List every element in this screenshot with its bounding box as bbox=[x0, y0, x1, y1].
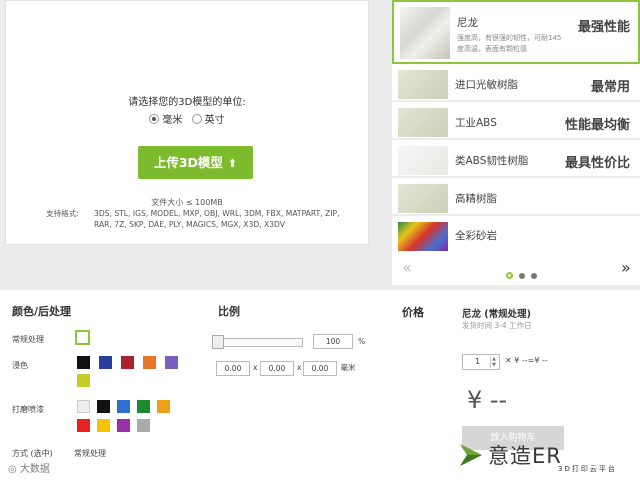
quantity-stepper[interactable]: 1 ▲ ▼ bbox=[462, 354, 500, 370]
upload-button-label: 上传3D模型 bbox=[153, 155, 223, 170]
carousel-prev-button[interactable]: « bbox=[402, 258, 412, 277]
dye-color-swatch[interactable] bbox=[77, 374, 90, 387]
watermark-sub: 3D打印云平台 bbox=[558, 465, 617, 473]
paint-color-swatch[interactable] bbox=[77, 419, 90, 432]
material-name: 进口光敏树脂 bbox=[455, 79, 518, 91]
formats-line-2: RAR, 7Z, SKP, DAE, PLY, MAGICS, MGX, X3D… bbox=[94, 220, 285, 229]
paint-color-swatch[interactable] bbox=[97, 419, 110, 432]
unit-option-inch[interactable]: 英寸 bbox=[191, 114, 225, 126]
weibo-icon: ◎ bbox=[8, 464, 20, 475]
unit-option-mm[interactable]: 毫米 bbox=[149, 114, 183, 126]
method-label: 方式 (选中) bbox=[12, 449, 53, 458]
radio-mm[interactable] bbox=[149, 114, 160, 124]
material-tag: 性能最均衡 bbox=[564, 118, 630, 133]
quantity-value: 1 bbox=[475, 357, 481, 366]
formats-label: 支持格式: bbox=[46, 209, 79, 218]
paint-color-swatch[interactable] bbox=[137, 419, 150, 432]
upload-arrow-icon: ⬆ bbox=[227, 157, 238, 170]
upload-3d-model-button[interactable]: 上传3D模型 ⬆ bbox=[138, 146, 253, 179]
material-tag: 最强性能 bbox=[577, 20, 630, 35]
carousel-dots bbox=[506, 264, 538, 283]
formats-line-1: 3DS, STL, IGS, MODEL, MXP, OBJ, WRL, 3DM… bbox=[94, 209, 340, 218]
material-item-abs[interactable]: 工业ABS 性能最均衡 bbox=[392, 104, 640, 140]
material-thumbnail bbox=[398, 108, 448, 137]
material-item-abs-like-resin[interactable]: 类ABS韧性树脂 最具性价比 bbox=[392, 142, 640, 178]
material-desc-line-2: 度高温，表面有颗粒感 bbox=[457, 45, 527, 53]
dim-sep: x bbox=[253, 363, 258, 372]
material-thumbnail bbox=[398, 184, 448, 213]
upload-panel: 请选择您的3D模型的单位: 毫米 英寸 上传3D模型 ⬆ 文件大小 ≤ 100MB… bbox=[5, 0, 369, 245]
unit-mm-label: 毫米 bbox=[162, 115, 183, 126]
material-thumbnail bbox=[398, 70, 448, 99]
material-thumbnail bbox=[398, 222, 448, 251]
scale-slider-handle[interactable] bbox=[212, 335, 224, 349]
material-tag: 最常用 bbox=[590, 80, 630, 95]
total-price: ¥ -- bbox=[467, 386, 508, 414]
scale-percent-unit: % bbox=[358, 337, 366, 346]
scale-title: 比例 bbox=[218, 305, 240, 318]
paint-color-swatch[interactable] bbox=[117, 400, 130, 413]
watermark-brand: 意造ER bbox=[488, 444, 562, 468]
material-description: 强度高，有很强的韧性，可耐145 度高温，表面有颗粒感 bbox=[457, 33, 561, 55]
material-item-full-color-sandstone[interactable]: 全彩砂岩 bbox=[392, 218, 640, 251]
material-name: 全彩砂岩 bbox=[455, 230, 497, 242]
dye-color-swatch[interactable] bbox=[77, 356, 90, 369]
file-size-limit: 文件大小 ≤ 100MB bbox=[151, 198, 223, 207]
material-item-photopolymer[interactable]: 进口光敏树脂 最常用 bbox=[392, 66, 640, 102]
material-name: 高精树脂 bbox=[455, 193, 497, 205]
regular-treatment-label: 常规处理 bbox=[12, 335, 44, 344]
dye-color-swatch[interactable] bbox=[143, 356, 156, 369]
dim-sep: x bbox=[297, 363, 302, 372]
paint-label: 打磨喷漆 bbox=[12, 405, 44, 414]
material-desc-line-1: 强度高，有很强的韧性，可耐145 bbox=[457, 34, 562, 42]
selected-material-name: 尼龙 (常规处理) bbox=[462, 309, 531, 320]
paint-color-swatch[interactable] bbox=[77, 400, 90, 413]
scale-percent-input[interactable]: 100 bbox=[313, 334, 353, 349]
color-section-title: 颜色/后处理 bbox=[12, 305, 72, 318]
carousel-dot-2[interactable] bbox=[519, 273, 526, 279]
paint-color-swatch[interactable] bbox=[97, 400, 110, 413]
material-name: 工业ABS bbox=[455, 117, 497, 129]
dye-color-swatch[interactable] bbox=[99, 356, 112, 369]
dye-label: 浸色 bbox=[12, 361, 28, 370]
material-tag: 最具性价比 bbox=[564, 156, 630, 171]
paint-color-swatch[interactable] bbox=[157, 400, 170, 413]
quantity-arrows-icon[interactable]: ▲ ▼ bbox=[490, 356, 497, 368]
price-formula: ✕ ¥ --=¥ -- bbox=[505, 356, 548, 365]
carousel-next-button[interactable]: » bbox=[621, 258, 631, 277]
unit-options: 毫米 英寸 bbox=[6, 111, 368, 126]
watermark-right: 意造ER 3D打印云平台 bbox=[458, 438, 640, 482]
scale-slider[interactable] bbox=[216, 338, 303, 347]
material-name: 尼龙 bbox=[457, 17, 478, 29]
material-thumbnail bbox=[400, 7, 450, 59]
paint-color-swatch[interactable] bbox=[137, 400, 150, 413]
material-item-high-precision-resin[interactable]: 高精树脂 bbox=[392, 180, 640, 216]
material-list: 尼龙 最强性能 强度高，有很强的韧性，可耐145 度高温，表面有颗粒感 进口光敏… bbox=[392, 0, 640, 285]
supported-formats: 支持格式: 3DS, STL, IGS, MODEL, MXP, OBJ, WR… bbox=[46, 208, 346, 230]
dim-y-input[interactable]: 0.00 bbox=[260, 361, 294, 376]
dim-x-input[interactable]: 0.00 bbox=[216, 361, 250, 376]
carousel-dot-3[interactable] bbox=[531, 273, 538, 279]
carousel-dot-1[interactable] bbox=[506, 272, 513, 279]
watermark-left-text: 大数据 bbox=[19, 464, 50, 475]
paint-color-swatch[interactable] bbox=[117, 419, 130, 432]
material-thumbnail bbox=[398, 146, 448, 175]
material-item-nylon[interactable]: 尼龙 最强性能 强度高，有很强的韧性，可耐145 度高温，表面有颗粒感 bbox=[392, 0, 640, 64]
method-value: 常规处理 bbox=[74, 449, 106, 458]
dim-unit: 毫米 bbox=[338, 361, 358, 376]
watermark-left: ◎ 大数据 bbox=[8, 460, 50, 475]
ship-time: 发货时间 3-4 工作日 bbox=[462, 321, 532, 330]
dye-color-swatch[interactable] bbox=[165, 356, 178, 369]
unit-prompt: 请选择您的3D模型的单位: bbox=[128, 97, 246, 108]
brand-logo-icon bbox=[460, 444, 482, 466]
regular-treatment-swatch[interactable] bbox=[75, 330, 90, 345]
material-name: 类ABS韧性树脂 bbox=[455, 155, 529, 167]
unit-inch-label: 英寸 bbox=[204, 115, 225, 126]
dim-z-input[interactable]: 0.00 bbox=[303, 361, 337, 376]
price-title: 价格 bbox=[402, 306, 424, 319]
dye-color-swatch[interactable] bbox=[121, 356, 134, 369]
radio-inch[interactable] bbox=[191, 114, 202, 124]
